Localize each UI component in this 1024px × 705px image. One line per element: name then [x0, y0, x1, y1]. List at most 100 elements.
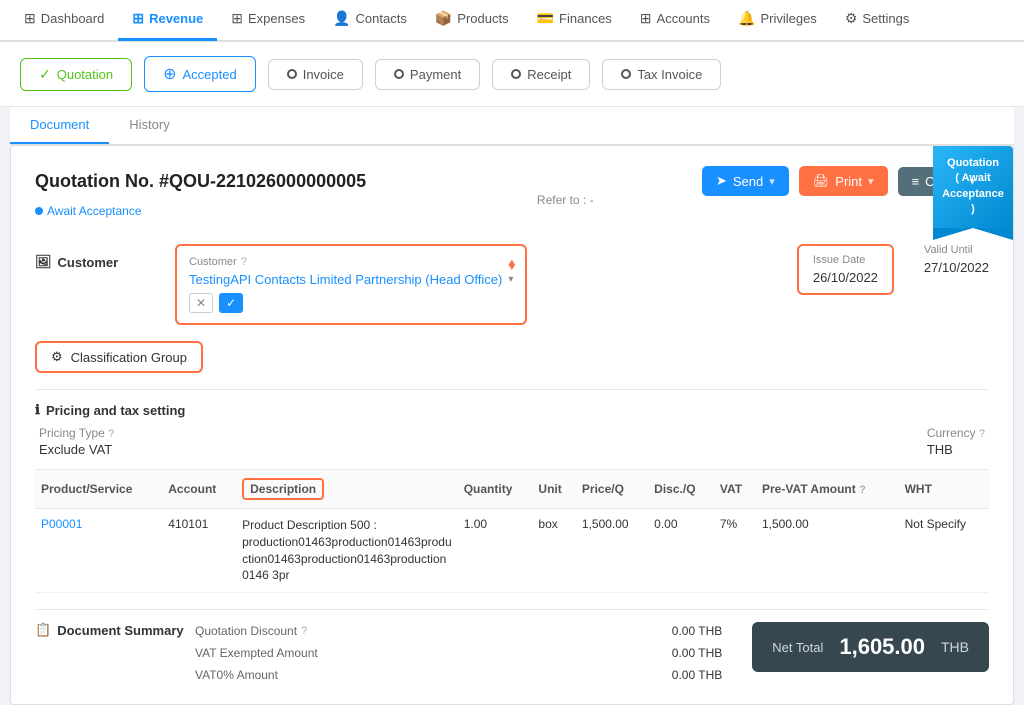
- th-account: Account: [162, 470, 236, 509]
- send-button[interactable]: ➤ Send ▾: [702, 166, 789, 196]
- document-tabs: Document History: [10, 107, 1014, 145]
- th-pre-vat: Pre-VAT Amount ?: [756, 470, 899, 509]
- pre-vat-info-icon: ?: [859, 484, 866, 496]
- customer-label: 🖼 Customer: [35, 244, 155, 270]
- discount-value: 0.00 THB: [672, 624, 722, 638]
- print-dropdown-arrow[interactable]: ▾: [868, 175, 874, 188]
- cell-wht: Not Specify: [899, 509, 989, 593]
- cell-product: P00001: [35, 509, 162, 593]
- expenses-icon: ⊞: [231, 10, 243, 27]
- th-product: Product/Service: [35, 470, 162, 509]
- nav-revenue[interactable]: ⊞ Revenue: [118, 0, 217, 41]
- info-icon: ?: [241, 256, 247, 268]
- print-button[interactable]: 🖨 Print ▾: [799, 166, 888, 196]
- customer-clear-button[interactable]: ✕: [189, 293, 213, 313]
- dropdown-chevron-icon[interactable]: ▾: [508, 274, 513, 285]
- pricing-type-label: Pricing Type ?: [39, 426, 114, 440]
- contacts-icon: 👤: [333, 10, 350, 27]
- nav-expenses[interactable]: ⊞ Expenses: [217, 0, 319, 41]
- step-accepted[interactable]: ⊕ Accepted: [144, 56, 256, 92]
- vat0-label: VAT0% Amount: [195, 668, 278, 682]
- nav-contacts[interactable]: 👤 Contacts: [319, 0, 421, 41]
- cell-account: 410101: [162, 509, 236, 593]
- radio-icon: [394, 69, 404, 79]
- discount-info-icon: ?: [301, 625, 307, 637]
- nav-finances[interactable]: 💳 Finances: [523, 0, 626, 41]
- send-icon: ➤: [716, 173, 727, 189]
- th-description: Description: [236, 470, 458, 509]
- status-await-acceptance: Await Acceptance: [35, 204, 142, 218]
- step-quotation[interactable]: ✓ Quotation: [20, 58, 132, 91]
- tab-document[interactable]: Document: [10, 107, 109, 144]
- option-dropdown-arrow[interactable]: ▾: [969, 175, 975, 188]
- pricing-info-icon: ?: [108, 428, 114, 440]
- th-wht: WHT: [899, 470, 989, 509]
- pricing-header: ℹ Pricing and tax setting: [35, 402, 989, 418]
- net-total-box: Net Total 1,605.00 THB: [752, 622, 989, 672]
- customer-section-row: 🖼 Customer Customer ? ⬧ TestingAPI Conta…: [35, 244, 989, 325]
- cell-quantity: 1.00: [458, 509, 533, 593]
- document-summary: 📋 Document Summary Quotation Discount ? …: [35, 609, 989, 684]
- description-highlighted-header: Description: [242, 478, 324, 500]
- settings-icon: ⚙: [845, 10, 858, 27]
- radio-icon: [287, 69, 297, 79]
- step-receipt[interactable]: Receipt: [492, 59, 590, 90]
- table-row: P00001 410101 Product Description 500 : …: [35, 509, 989, 593]
- classification-group-button[interactable]: ⚙ Classification Group: [35, 341, 203, 373]
- net-total-value: 1,605.00: [839, 634, 925, 660]
- required-icon: ⬧: [508, 256, 515, 274]
- finances-icon: 💳: [537, 10, 554, 27]
- pricing-type-field: Pricing Type ? Exclude VAT: [39, 426, 114, 457]
- radio-icon: [621, 69, 631, 79]
- pricing-icon: ℹ: [35, 402, 40, 418]
- th-price: Price/Q: [576, 470, 648, 509]
- cell-description: Product Description 500 : production0146…: [236, 509, 458, 593]
- print-icon: 🖨: [813, 173, 830, 189]
- pricing-details-row: Pricing Type ? Exclude VAT Currency ? TH…: [35, 426, 989, 457]
- revenue-icon: ⊞: [132, 10, 144, 27]
- customer-field-label: Customer ? ⬧: [189, 256, 513, 268]
- top-navigation: ⊞ Dashboard ⊞ Revenue ⊞ Expenses 👤 Conta…: [0, 0, 1024, 42]
- currency-value: THB: [927, 442, 985, 457]
- th-vat: VAT: [714, 470, 756, 509]
- nav-privileges[interactable]: 🔔 Privileges: [724, 0, 831, 41]
- quotation-number: Quotation No. #QOU-221026000000005: [35, 171, 366, 192]
- cell-pre-vat: 1,500.00: [756, 509, 899, 593]
- vat-exempt-value: 0.00 THB: [672, 646, 722, 660]
- summary-details: Quotation Discount ? 0.00 THB VAT Exempt…: [195, 622, 722, 684]
- summary-row-vat0: VAT0% Amount 0.00 THB: [195, 666, 722, 684]
- customer-icon: 🖼: [35, 254, 52, 270]
- status-steps-bar: ✓ Quotation ⊕ Accepted Invoice Payment R…: [0, 42, 1024, 107]
- tab-history[interactable]: History: [109, 107, 189, 144]
- classification-icon: ⚙: [51, 349, 63, 365]
- discount-label: Quotation Discount ?: [195, 624, 307, 638]
- nav-accounts[interactable]: ⊞ Accounts: [626, 0, 724, 41]
- currency-field: Currency ? THB: [927, 426, 985, 457]
- customer-input-box[interactable]: Customer ? ⬧ TestingAPI Contacts Limited…: [175, 244, 527, 325]
- customer-confirm-button[interactable]: ✓: [219, 293, 243, 313]
- privileges-icon: 🔔: [738, 10, 755, 27]
- summary-row-discount: Quotation Discount ? 0.00 THB: [195, 622, 722, 640]
- step-tax-invoice[interactable]: Tax Invoice: [602, 59, 721, 90]
- cell-vat: 7%: [714, 509, 756, 593]
- step-payment[interactable]: Payment: [375, 59, 480, 90]
- nav-products[interactable]: 📦 Products: [421, 0, 523, 41]
- customer-value: TestingAPI Contacts Limited Partnership …: [189, 272, 502, 287]
- nav-dashboard[interactable]: ⊞ Dashboard: [10, 0, 118, 41]
- nav-settings[interactable]: ⚙ Settings: [831, 0, 924, 41]
- net-total-currency: THB: [941, 639, 969, 655]
- summary-icon: 📋: [35, 622, 51, 638]
- valid-until-value: 27/10/2022: [924, 260, 989, 275]
- currency-info-icon: ?: [979, 428, 985, 440]
- await-dot: [35, 207, 43, 215]
- send-dropdown-arrow[interactable]: ▾: [769, 175, 775, 188]
- valid-until-field: Valid Until 27/10/2022: [924, 244, 989, 295]
- step-invoice[interactable]: Invoice: [268, 59, 363, 90]
- valid-until-label: Valid Until: [924, 244, 989, 256]
- vat0-value: 0.00 THB: [672, 668, 722, 682]
- issue-date-box[interactable]: Issue Date 26/10/2022: [797, 244, 894, 295]
- cell-disc: 0.00: [648, 509, 714, 593]
- cell-price: 1,500.00: [576, 509, 648, 593]
- radio-icon: [511, 69, 521, 79]
- summary-title: 📋 Document Summary: [35, 622, 195, 638]
